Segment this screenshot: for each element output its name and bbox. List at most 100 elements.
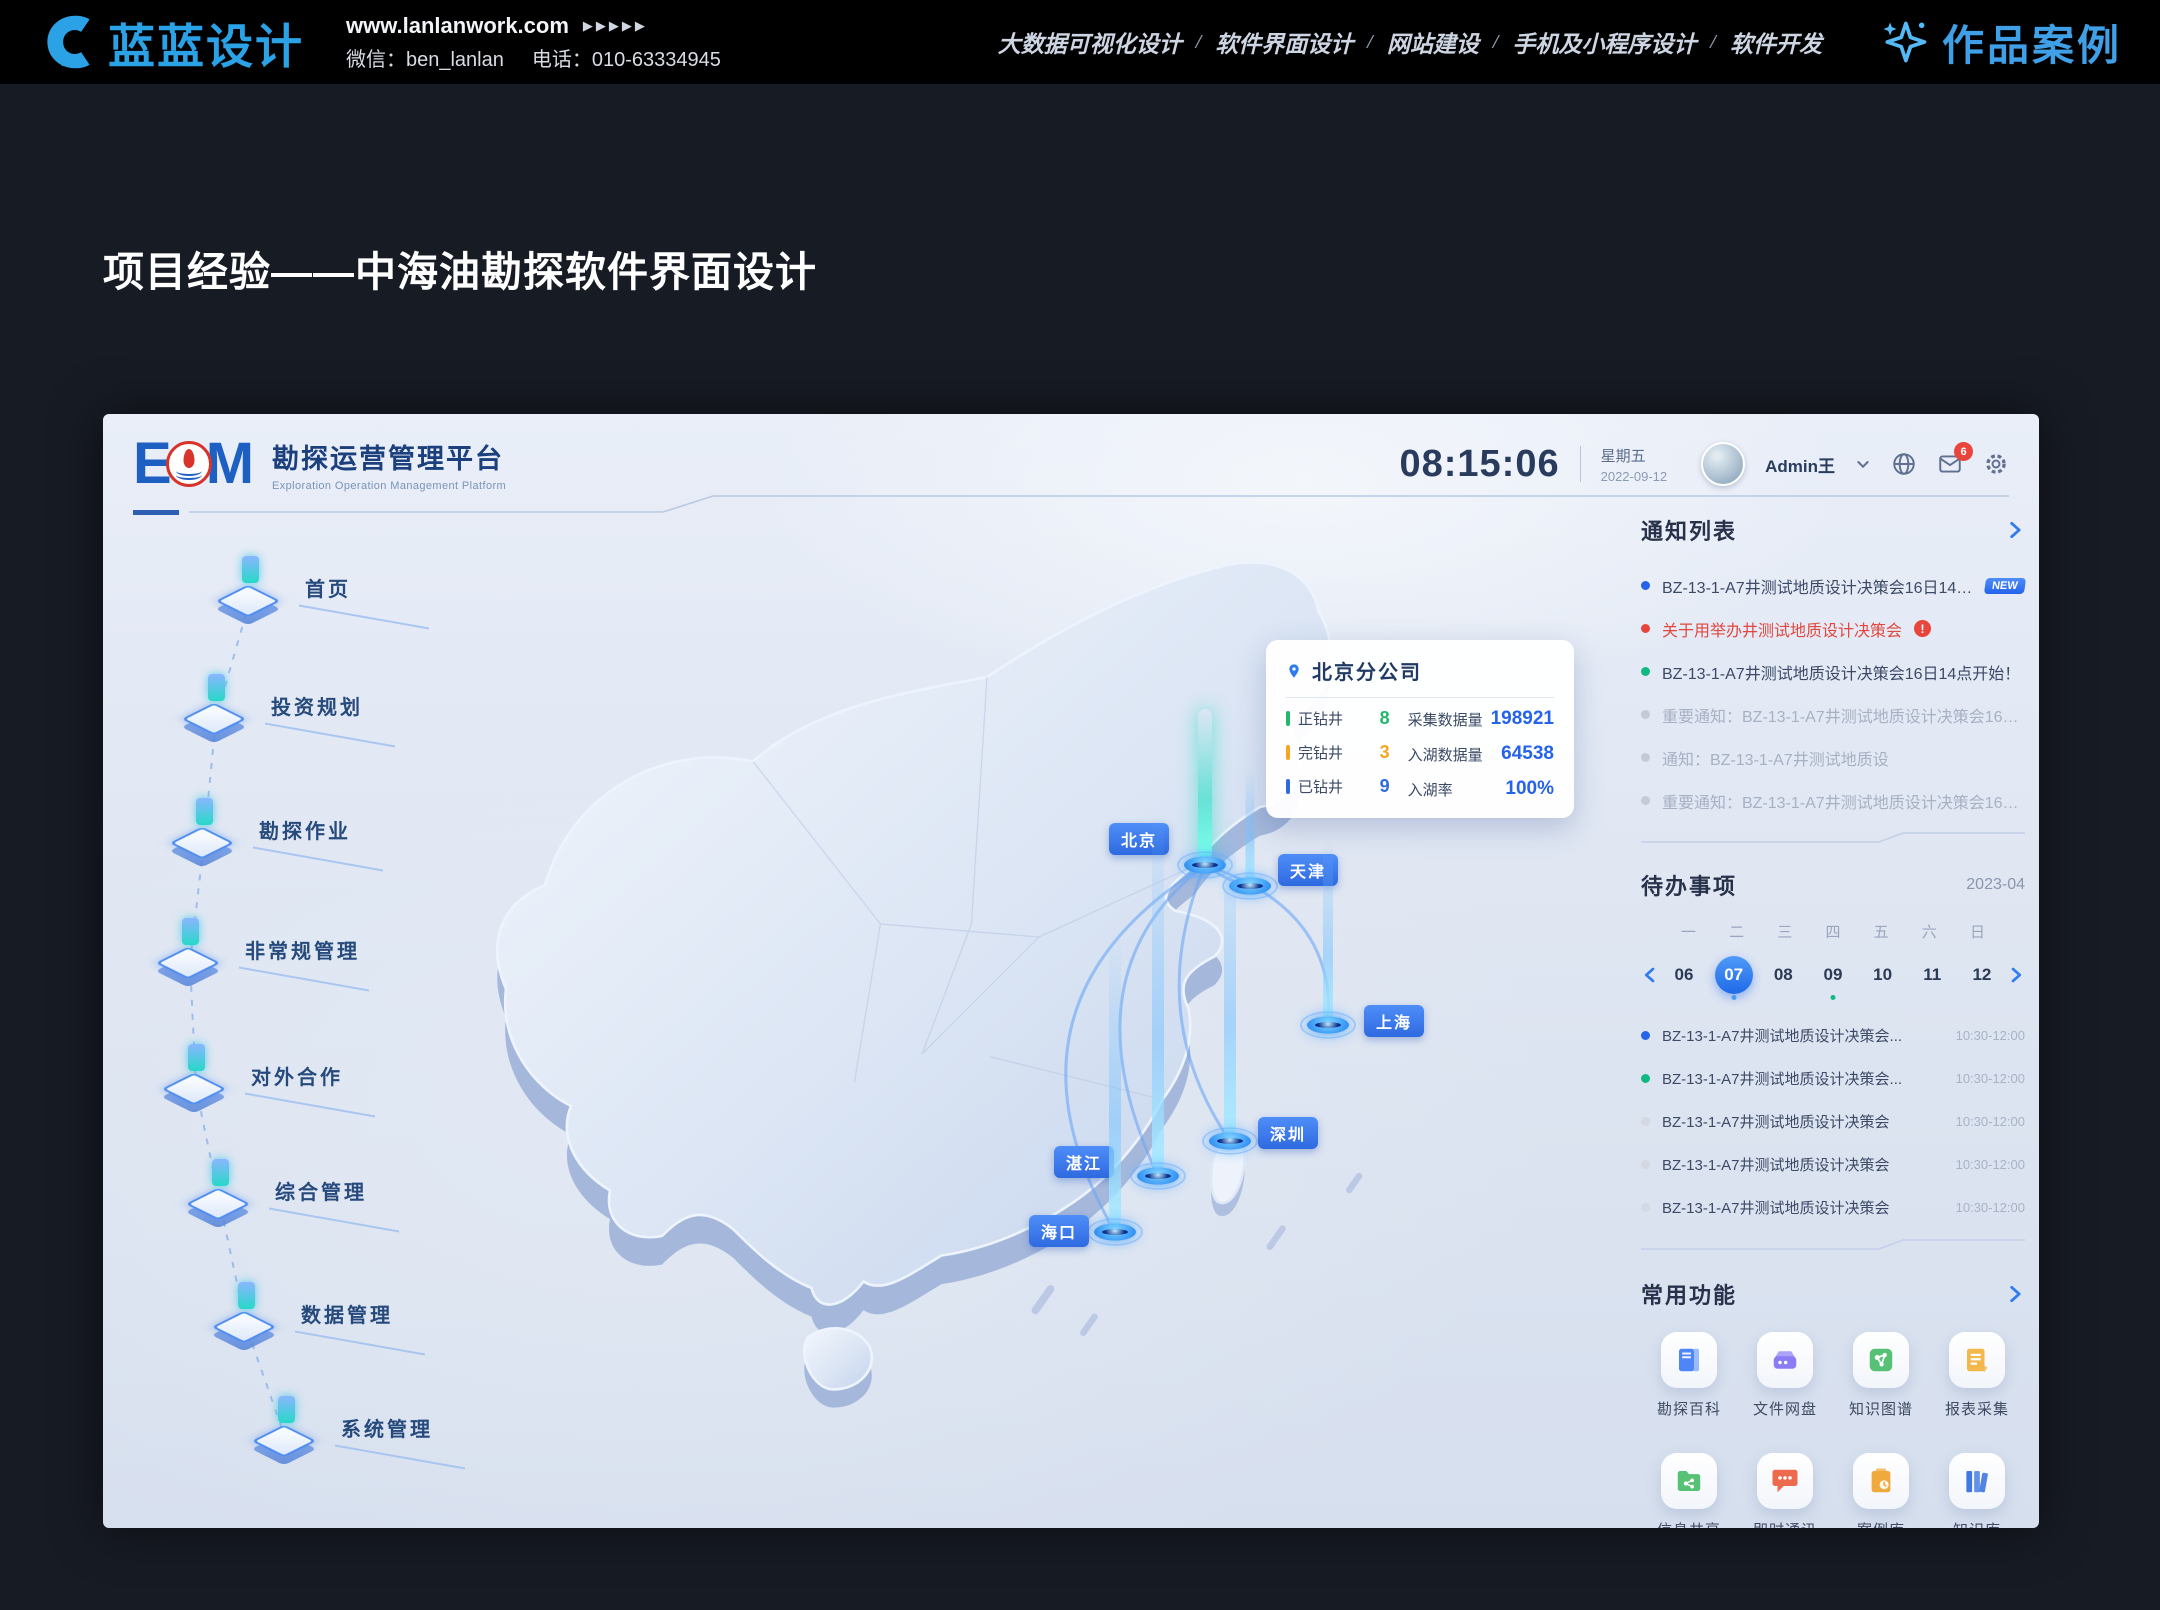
todo-item[interactable]: BZ-13-1-A7井测试地质设计决策会 10:30-12:00 — [1641, 1143, 2025, 1186]
date-cell[interactable]: 12 — [1963, 956, 2001, 994]
city-label[interactable]: 海口 — [1029, 1215, 1089, 1247]
sidebar-3d-icon — [211, 1282, 281, 1348]
function-label: 信息共享 — [1657, 1519, 1721, 1528]
sidebar-item-label: 系统管理 — [341, 1413, 433, 1446]
todo-text: BZ-13-1-A7井测试地质设计决策会... — [1662, 1068, 1944, 1089]
function-label: 知识图谱 — [1849, 1398, 1913, 1419]
mail-badge: 6 — [1954, 442, 1973, 461]
city-label[interactable]: 上海 — [1364, 1005, 1424, 1037]
nav-separator: / — [1493, 31, 1499, 54]
chevron-right-icon[interactable] — [2005, 520, 2025, 540]
nav-item[interactable]: 软件开发 / — [1730, 25, 1822, 59]
notification-text: BZ-13-1-A7井测试地质设计决策会16日14点开始 — [1662, 574, 1973, 598]
folder-share-icon — [1674, 1466, 1704, 1496]
function-tile[interactable]: 勘探百科 — [1641, 1332, 1737, 1419]
city-label[interactable]: 深圳 — [1258, 1117, 1318, 1149]
nav-separator: / — [1710, 31, 1716, 54]
sidebar-item[interactable]: 勘探作业 — [169, 798, 351, 864]
nav-item[interactable]: 网站建设 / — [1387, 25, 1499, 59]
calendar-next-icon[interactable] — [2007, 966, 2025, 984]
sidebar-item[interactable]: 对外合作 — [161, 1044, 343, 1110]
notification-text: 重要通知：BZ-13-1-A7井测试地质设计决策会16日14... — [1662, 703, 2025, 727]
function-tile[interactable]: 即时通讯 — [1737, 1453, 1833, 1528]
popup-well-stats: 正钻井 8 完钻井 3 已钻井 — [1286, 708, 1390, 800]
sidebar-item[interactable]: 系统管理 — [251, 1396, 433, 1462]
notification-item[interactable]: 通知：BZ-13-1-A7井测试地质设 — [1641, 736, 2025, 779]
sidebar-3d-icon — [155, 918, 225, 984]
function-tile[interactable]: 知识图谱 — [1833, 1332, 1929, 1419]
function-tile[interactable]: 文件网盘 — [1737, 1332, 1833, 1419]
avatar[interactable] — [1701, 442, 1745, 486]
site-url[interactable]: www.lanlanwork.com — [346, 13, 569, 39]
todo-item[interactable]: BZ-13-1-A7井测试地质设计决策会... 10:30-12:00 — [1641, 1014, 2025, 1057]
beam-effect — [1246, 770, 1255, 880]
date-cell[interactable]: 11 — [1913, 956, 1951, 994]
function-label: 即时通讯 — [1753, 1519, 1817, 1528]
chevron-down-icon[interactable] — [1855, 456, 1871, 472]
notification-item[interactable]: BZ-13-1-A7井测试地质设计决策会16日14点开始 NEW — [1641, 564, 2025, 607]
gear-icon[interactable] — [1983, 451, 2009, 477]
stat-value: 198921 — [1491, 708, 1554, 730]
nav-separator: / — [1367, 31, 1373, 54]
todo-time: 10:30-12:00 — [1956, 1028, 2025, 1043]
mail-icon[interactable]: 6 — [1937, 451, 1963, 477]
nav-item-label: 网站建设 — [1387, 25, 1479, 59]
sidebar-menu: 首页 投资规划 勘探作业 — [103, 514, 583, 1528]
notification-text: BZ-13-1-A7井测试地质设计决策会16日14点开始！ — [1662, 660, 2020, 684]
function-tile[interactable]: 案例库 — [1833, 1453, 1929, 1528]
popup-stat-row: 入湖率 100% — [1408, 778, 1554, 800]
nav-item[interactable]: 手机及小程序设计 / — [1512, 25, 1716, 59]
chevron-right-icon[interactable] — [2005, 1284, 2025, 1304]
portfolio-link[interactable]: 作品案例 — [1878, 12, 2122, 73]
notification-item[interactable]: BZ-13-1-A7井测试地质设计决策会16日14点开始！ — [1641, 650, 2025, 693]
date-cell[interactable]: 06 — [1665, 956, 1703, 994]
top-nav: 大数据可视化设计 / 软件界面设计 / 网站建设 / 手机及小程序设计 / — [998, 25, 1822, 59]
popup-stat-row: 采集数据量 198921 — [1408, 708, 1554, 730]
status-dot — [1641, 796, 1650, 805]
function-tile[interactable]: 信息共享 — [1641, 1453, 1737, 1528]
dashboard-header: E M 勘探运营管理平台 Exploration Operation Manag… — [103, 414, 2039, 514]
city-marker[interactable] — [1087, 1213, 1143, 1251]
city-marker[interactable] — [1130, 1157, 1186, 1195]
todo-item[interactable]: BZ-13-1-A7井测试地质设计决策会 10:30-12:00 — [1641, 1186, 2025, 1229]
city-label[interactable]: 湛江 — [1054, 1146, 1114, 1178]
star-wand-icon — [1878, 16, 1930, 68]
clipboard-icon — [1866, 1466, 1896, 1496]
nav-item[interactable]: 软件界面设计 / — [1215, 25, 1373, 59]
function-tile[interactable]: 报表采集 — [1929, 1332, 2025, 1419]
todo-item[interactable]: BZ-13-1-A7井测试地质设计决策会... 10:30-12:00 — [1641, 1057, 2025, 1100]
new-badge: NEW — [1984, 578, 2026, 594]
city-marker[interactable] — [1300, 1006, 1356, 1044]
sidebar-item[interactable]: 综合管理 — [185, 1159, 367, 1225]
sidebar-item[interactable]: 非常规管理 — [155, 918, 360, 984]
date-cell[interactable]: 07 — [1715, 956, 1753, 994]
date-cell[interactable]: 10 — [1864, 956, 1902, 994]
weekday-cell: 五 — [1874, 921, 1889, 942]
function-tile[interactable]: 知识库 — [1929, 1453, 2025, 1528]
stat-value: 3 — [1380, 742, 1390, 763]
date-cell[interactable]: 08 — [1764, 956, 1802, 994]
sidebar-item[interactable]: 首页 — [215, 556, 351, 622]
dashboard-screenshot: 北京 天津 — [103, 414, 2039, 1528]
date-cell[interactable]: 09 — [1814, 956, 1852, 994]
calendar-prev-icon[interactable] — [1641, 966, 1659, 984]
city-marker[interactable] — [1202, 1122, 1258, 1160]
branch-popup-card: 北京分公司 正钻井 8 — [1266, 640, 1574, 818]
sidebar-3d-icon — [215, 556, 285, 622]
sidebar-item[interactable]: 数据管理 — [211, 1282, 393, 1348]
notification-item[interactable]: 重要通知：BZ-13-1-A7井测试地质设计决策会16日14... — [1641, 693, 2025, 736]
phone-label: 电话：010-63334945 — [532, 43, 721, 72]
sidebar-3d-icon — [185, 1159, 255, 1225]
site-logo[interactable]: 蓝蓝设计 — [38, 8, 304, 77]
sidebar-item-label: 非常规管理 — [245, 935, 360, 968]
user-name[interactable]: Admin王 — [1765, 452, 1835, 477]
wechat-label: 微信：ben_lanlan — [346, 43, 504, 72]
function-grid: 勘探百科 文件网盘 知识图谱 报表采集 — [1641, 1332, 2025, 1528]
nav-item[interactable]: 大数据可视化设计 / — [998, 25, 1202, 59]
todo-item[interactable]: BZ-13-1-A7井测试地质设计决策会 10:30-12:00 — [1641, 1100, 2025, 1143]
page: 蓝蓝设计 www.lanlanwork.com ▶▶▶▶▶ 微信：ben_lan… — [0, 0, 2160, 1610]
sidebar-item[interactable]: 投资规划 — [181, 674, 363, 740]
notification-item[interactable]: 关于用举办井测试地质设计决策会 ! — [1641, 607, 2025, 650]
notification-item[interactable]: 重要通知：BZ-13-1-A7井测试地质设计决策会16日14... — [1641, 779, 2025, 822]
globe-icon[interactable] — [1891, 451, 1917, 477]
